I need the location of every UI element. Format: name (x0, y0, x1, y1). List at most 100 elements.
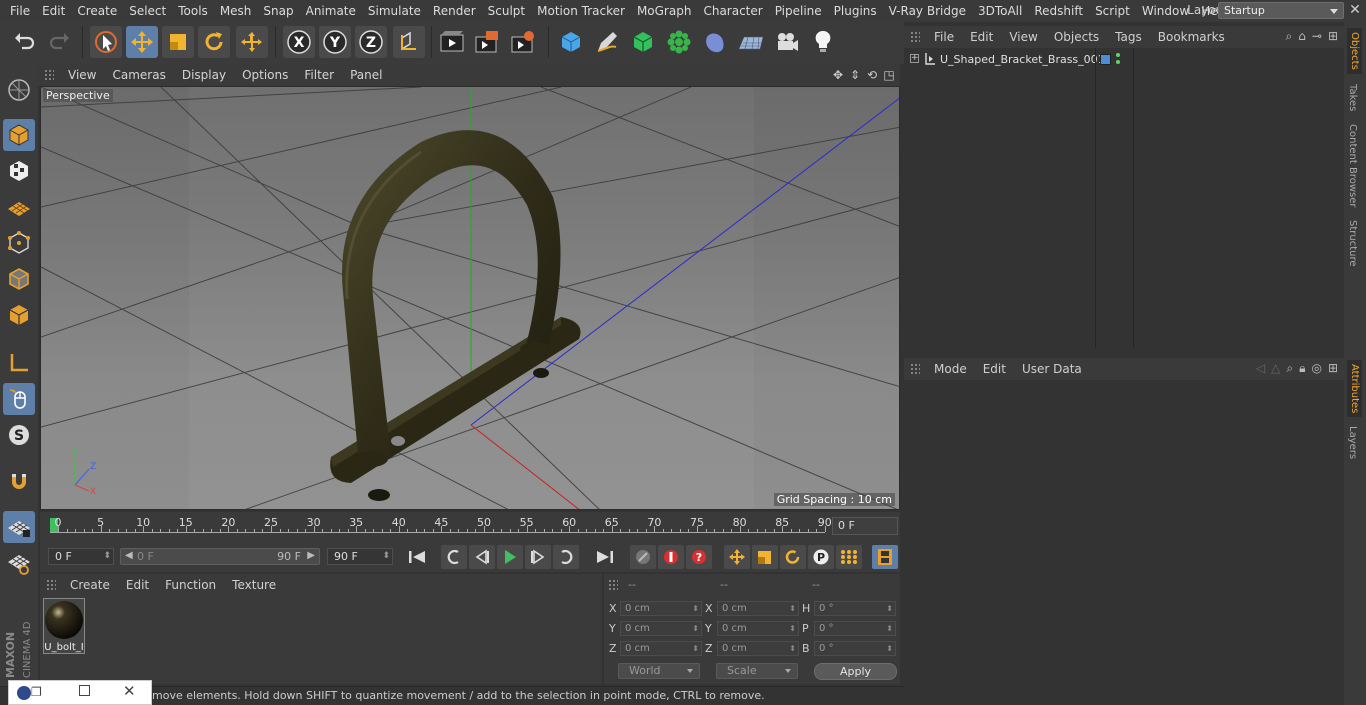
render-picture-queue-icon[interactable] (471, 26, 503, 58)
coord-position-y[interactable]: 0 cm (620, 621, 702, 636)
viewport-menu-display[interactable]: Display (174, 68, 234, 82)
goto-prev-frame-icon[interactable] (469, 545, 495, 569)
pan-icon[interactable]: ✥ (831, 68, 845, 82)
model-mode-icon[interactable] (3, 119, 35, 151)
material-menu-edit[interactable]: Edit (118, 578, 157, 592)
tweak-mode-icon[interactable] (3, 383, 35, 415)
goto-next-key-icon[interactable] (553, 545, 579, 569)
workplane-icon[interactable] (3, 191, 35, 223)
subdivision-icon[interactable] (627, 26, 659, 58)
axis-mode-icon[interactable] (3, 347, 35, 379)
menu-snap[interactable]: Snap (257, 0, 299, 22)
object-menu-bookmarks[interactable]: Bookmarks (1150, 30, 1233, 44)
menu-animate[interactable]: Animate (300, 0, 362, 22)
new-window-icon[interactable]: ⊞ (1328, 29, 1338, 44)
goto-start-icon[interactable] (404, 545, 430, 569)
material-menu-create[interactable]: Create (62, 578, 118, 592)
attribute-menu-edit[interactable]: Edit (975, 362, 1014, 376)
key-pla-icon[interactable] (836, 545, 862, 569)
current-frame-field[interactable]: 0 F (832, 517, 898, 535)
menu-plugins[interactable]: Plugins (828, 0, 883, 22)
link-icon[interactable]: ⊸ (1312, 29, 1322, 44)
back-icon[interactable]: ◁ (1256, 361, 1265, 376)
menu-select[interactable]: Select (123, 0, 172, 22)
expand-icon[interactable]: + (910, 54, 919, 63)
locked-workplane-icon[interactable] (3, 547, 35, 579)
orbit-icon[interactable]: ⟲ (865, 68, 879, 82)
key-parameter-icon[interactable]: P (808, 545, 834, 569)
tab-layers[interactable]: Layers (1347, 426, 1358, 459)
x-axis-icon[interactable]: X (283, 26, 315, 58)
viewport-perspective[interactable]: Y Z X Perspective Grid Spacing : 10 cm (40, 86, 900, 510)
tab-content-browser[interactable]: Content Browser (1347, 124, 1358, 207)
end-frame-field[interactable]: 90 F (327, 548, 393, 565)
grip-icon[interactable] (44, 69, 54, 81)
coord-rotation-h[interactable]: 0 ° (814, 601, 896, 616)
undo-icon[interactable] (8, 26, 40, 58)
material-menu-texture[interactable]: Texture (224, 578, 284, 592)
cloner-icon[interactable] (663, 26, 695, 58)
menu-vray-bridge[interactable]: V-Ray Bridge (883, 0, 972, 22)
menu-character[interactable]: Character (697, 0, 768, 22)
target-icon[interactable]: ◎ (1311, 361, 1321, 376)
magnet-icon[interactable] (3, 466, 35, 498)
y-axis-icon[interactable]: Y (319, 26, 351, 58)
tab-attributes[interactable]: Attributes (1347, 360, 1362, 418)
live-move-icon[interactable] (236, 26, 268, 58)
material-menu-function[interactable]: Function (157, 578, 224, 592)
object-menu-view[interactable]: View (1001, 30, 1045, 44)
lock-icon[interactable]: 🔒︎ (1299, 361, 1305, 376)
search-icon[interactable]: ⌕ (1286, 29, 1293, 44)
close-icon[interactable]: ✕ (123, 682, 136, 700)
menu-script[interactable]: Script (1089, 0, 1136, 22)
timeline[interactable]: 0 5 10 15 20 25 30 35 40 45 50 55 60 65 70 75 80 85 90 0 F (40, 512, 900, 542)
maximize-icon[interactable] (79, 685, 90, 696)
coord-size-x[interactable]: 0 cm (717, 601, 799, 616)
key-position-icon[interactable] (724, 545, 750, 569)
tab-objects[interactable]: Objects (1347, 28, 1362, 74)
tab-takes[interactable]: Takes (1347, 84, 1358, 111)
menu-motion-tracker[interactable]: Motion Tracker (531, 0, 631, 22)
close-icon[interactable]: ✕ (1348, 3, 1362, 17)
frame-range-slider[interactable]: ◀ 0 F 90 F ▶ (120, 548, 320, 565)
coord-rotation-b[interactable]: 0 ° (814, 641, 896, 656)
timeline-window-icon[interactable] (872, 545, 898, 569)
coord-size-y[interactable]: 0 cm (717, 621, 799, 636)
coord-space-select[interactable]: World (618, 663, 700, 679)
range-left-arrow-icon[interactable]: ◀ (125, 550, 133, 561)
redo-icon[interactable] (44, 26, 76, 58)
apply-button[interactable]: Apply (814, 663, 897, 680)
maximize-icon[interactable]: ◳ (882, 68, 896, 82)
menu-redshift[interactable]: Redshift (1028, 0, 1089, 22)
polygons-mode-icon[interactable] (3, 299, 35, 331)
object-menu-objects[interactable]: Objects (1046, 30, 1107, 44)
range-right-arrow-icon[interactable]: ▶ (307, 550, 315, 561)
deformer-icon[interactable] (699, 26, 731, 58)
autokey-icon[interactable] (658, 545, 684, 569)
grip-icon[interactable] (608, 579, 618, 591)
menu-sculpt[interactable]: Sculpt (482, 0, 531, 22)
viewport-menu-options[interactable]: Options (234, 68, 296, 82)
record-keys-icon[interactable] (630, 545, 656, 569)
grip-icon[interactable] (910, 31, 920, 43)
workplane-lock-icon[interactable] (3, 511, 35, 543)
home-icon[interactable]: ⌂ (1298, 29, 1306, 44)
world-coords-icon[interactable] (393, 26, 425, 58)
coord-position-x[interactable]: 0 cm (620, 601, 702, 616)
restore-icon[interactable]: ❐ (31, 685, 42, 699)
attribute-menu-mode[interactable]: Mode (926, 362, 975, 376)
search-icon[interactable]: ⌕ (1286, 361, 1293, 376)
scale-icon[interactable] (162, 26, 194, 58)
texture-mode-icon[interactable] (3, 155, 35, 187)
layout-select[interactable]: Startup (1218, 2, 1344, 19)
move-icon[interactable] (126, 26, 158, 58)
attribute-menu-user-data[interactable]: User Data (1014, 362, 1090, 376)
goto-prev-key-icon[interactable] (441, 545, 467, 569)
object-menu-tags[interactable]: Tags (1107, 30, 1150, 44)
object-menu-edit[interactable]: Edit (962, 30, 1001, 44)
points-mode-icon[interactable] (3, 227, 35, 259)
coord-mode-select[interactable]: Scale (716, 663, 798, 679)
z-axis-icon[interactable]: Z (355, 26, 387, 58)
grip-icon[interactable] (910, 363, 920, 375)
up-icon[interactable]: △ (1271, 361, 1280, 376)
